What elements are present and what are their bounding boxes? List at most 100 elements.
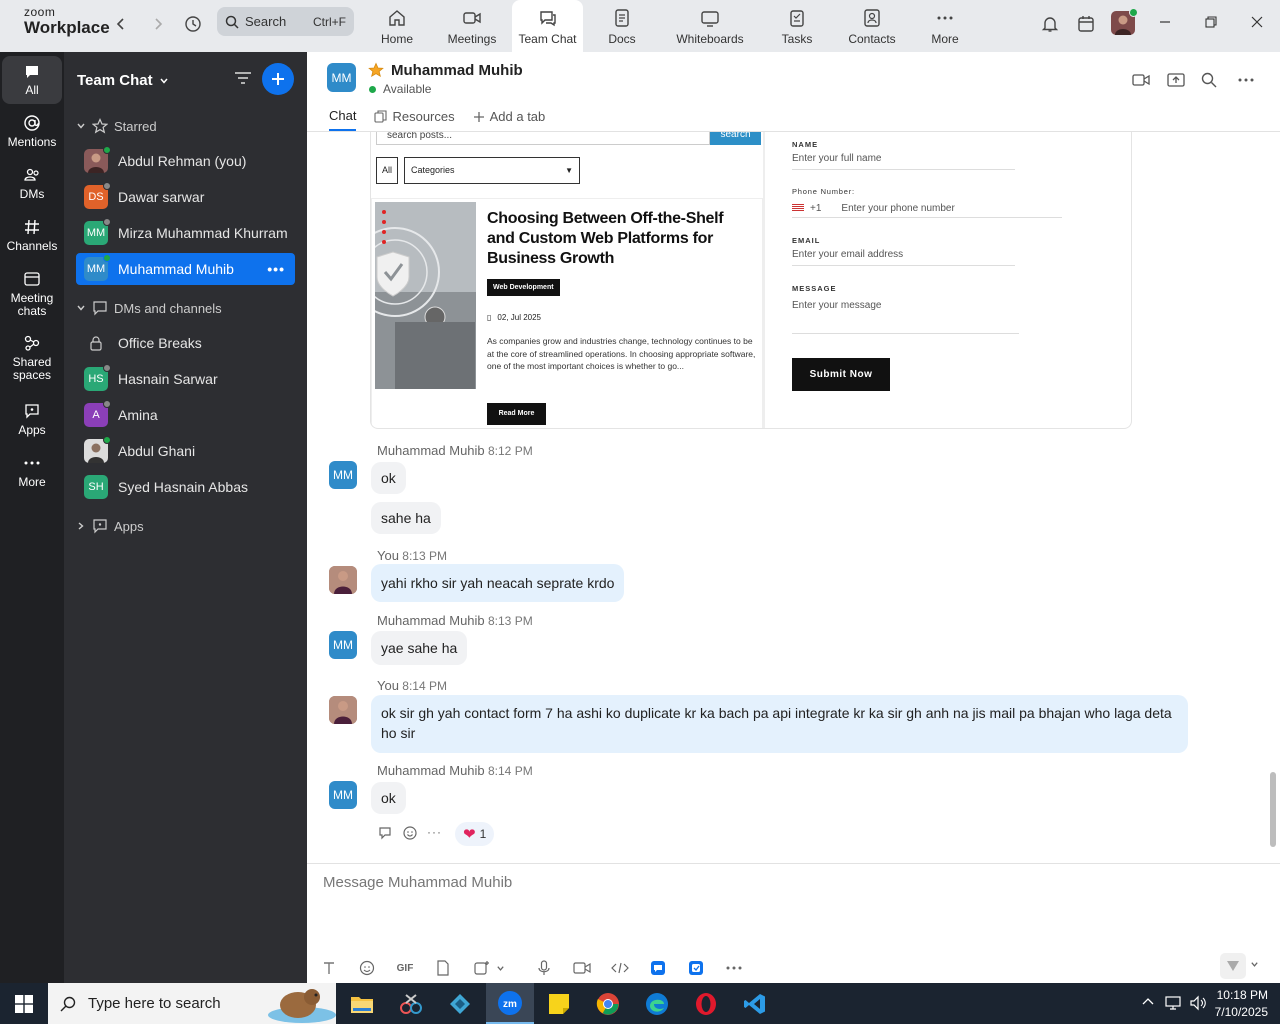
- edge-icon[interactable]: [633, 983, 681, 1024]
- tab-whiteboards[interactable]: Whiteboards: [672, 0, 748, 52]
- microphone-icon[interactable]: [533, 958, 555, 978]
- tab-docs[interactable]: Docs: [600, 0, 644, 52]
- forward-arrow-icon[interactable]: [146, 12, 170, 36]
- sender-avatar[interactable]: MM: [329, 631, 357, 659]
- sender-name[interactable]: Muhammad Muhib: [377, 443, 485, 458]
- tab-meetings[interactable]: Meetings: [443, 0, 501, 52]
- rail-more[interactable]: More: [2, 454, 62, 498]
- sender-avatar[interactable]: [329, 566, 357, 594]
- sender-name[interactable]: You: [377, 548, 399, 563]
- rail-dms[interactable]: DMs: [2, 166, 62, 210]
- message-list[interactable]: search posts... search All Categories ▼: [307, 132, 1280, 863]
- tab-resources[interactable]: Resources: [374, 108, 455, 131]
- file-explorer-icon[interactable]: [338, 983, 386, 1024]
- sticky-notes-icon[interactable]: [535, 983, 583, 1024]
- message-bubble[interactable]: yahi rkho sir yah neacah seprate krdo: [371, 564, 625, 602]
- app-shortcut-icon[interactable]: [647, 958, 669, 978]
- app-diamond-icon[interactable]: [436, 983, 484, 1024]
- more-tools-icon[interactable]: [723, 958, 745, 978]
- chrome-icon[interactable]: [584, 983, 632, 1024]
- tab-more[interactable]: More: [925, 0, 965, 52]
- new-chat-button[interactable]: [262, 63, 294, 95]
- rail-mentions[interactable]: Mentions: [2, 114, 62, 158]
- more-options-icon[interactable]: [1235, 70, 1257, 90]
- chevron-down-icon[interactable]: [494, 958, 506, 978]
- message-input[interactable]: Message Muhammad Muhib: [323, 874, 512, 891]
- attach-file-icon[interactable]: [432, 958, 454, 978]
- notifications-bell-icon[interactable]: [1038, 12, 1062, 36]
- item-more-icon[interactable]: •••: [267, 261, 285, 277]
- share-screen-icon[interactable]: [1165, 70, 1187, 90]
- network-icon[interactable]: [1165, 995, 1183, 1011]
- tab-team-chat[interactable]: Team Chat: [512, 0, 583, 52]
- history-icon[interactable]: [181, 12, 205, 36]
- sender-avatar[interactable]: MM: [329, 781, 357, 809]
- minimize-icon[interactable]: [1150, 10, 1180, 34]
- video-call-icon[interactable]: [1130, 70, 1152, 90]
- app-shortcut-icon-2[interactable]: [685, 958, 707, 978]
- tab-chat[interactable]: Chat: [329, 108, 357, 131]
- message-bubble[interactable]: yae sahe ha: [371, 631, 468, 665]
- search-icon[interactable]: [1198, 70, 1220, 90]
- tab-home[interactable]: Home: [370, 0, 424, 52]
- sidebar-item-mirza-muhammad-khurram[interactable]: MM Mirza Muhammad Khurram: [76, 217, 295, 249]
- sender-name[interactable]: You: [377, 678, 399, 693]
- gif-button[interactable]: GIF: [393, 958, 417, 978]
- sidebar-item-abdul-ghani[interactable]: Abdul Ghani: [76, 435, 295, 467]
- section-dms-channels[interactable]: DMs and channels: [76, 300, 222, 316]
- message-bubble[interactable]: ok sir gh yah contact form 7 ha ashi ko …: [371, 695, 1188, 753]
- message-composer[interactable]: Message Muhammad Muhib GIF: [307, 863, 1280, 983]
- back-arrow-icon[interactable]: [109, 12, 133, 36]
- tab-contacts[interactable]: Contacts: [845, 0, 899, 52]
- sidebar-item-muhammad-muhib[interactable]: MM Muhammad Muhib •••: [76, 253, 295, 285]
- restore-icon[interactable]: [1196, 10, 1226, 34]
- code-snippet-icon[interactable]: [609, 958, 631, 978]
- filter-icon[interactable]: [234, 70, 252, 86]
- vscode-icon[interactable]: [731, 983, 779, 1024]
- rail-apps[interactable]: Apps: [2, 402, 62, 446]
- taskbar-search-input[interactable]: Type here to search: [48, 983, 336, 1024]
- snipping-tool-icon[interactable]: [387, 983, 435, 1024]
- sidebar-title[interactable]: Team Chat: [77, 72, 169, 89]
- windows-start-icon[interactable]: [0, 983, 48, 1024]
- tab-add[interactable]: Add a tab: [473, 108, 545, 131]
- tab-tasks[interactable]: Tasks: [777, 0, 817, 52]
- message-bubble[interactable]: ok: [371, 462, 406, 494]
- rail-channels[interactable]: Channels: [2, 218, 62, 262]
- tray-chevron-up-icon[interactable]: [1141, 995, 1155, 1009]
- sidebar-item-amina[interactable]: A Amina: [76, 399, 295, 431]
- message-more-icon[interactable]: ···: [427, 825, 442, 839]
- emoji-icon[interactable]: [356, 958, 378, 978]
- rail-shared-spaces[interactable]: Shared spaces: [2, 334, 62, 390]
- sidebar-item-abdul-rehman[interactable]: Abdul Rehman (you): [76, 145, 295, 177]
- sidebar-item-hasnain-sarwar[interactable]: HS Hasnain Sarwar: [76, 363, 295, 395]
- sender-avatar[interactable]: [329, 696, 357, 724]
- sender-avatar[interactable]: MM: [329, 461, 357, 489]
- sidebar-item-dawar-sarwar[interactable]: DS Dawar sarwar: [76, 181, 295, 213]
- text-format-icon[interactable]: [318, 958, 340, 978]
- video-message-icon[interactable]: [571, 958, 593, 978]
- sidebar-item-syed-hasnain-abbas[interactable]: SH Syed Hasnain Abbas: [76, 471, 295, 503]
- sidebar-item-office-breaks[interactable]: Office Breaks: [76, 327, 295, 359]
- send-options-chevron-icon[interactable]: [1250, 960, 1259, 969]
- zoom-app-icon[interactable]: zm: [486, 983, 534, 1024]
- rail-all[interactable]: All: [2, 56, 62, 104]
- reply-icon[interactable]: [378, 825, 394, 841]
- reaction-heart[interactable]: ❤ 1: [455, 822, 495, 846]
- rail-meeting-chats[interactable]: Meeting chats: [2, 270, 62, 326]
- sender-name[interactable]: Muhammad Muhib: [377, 763, 485, 778]
- send-icon[interactable]: [1220, 953, 1246, 979]
- global-search-input[interactable]: Search Ctrl+F: [217, 7, 354, 36]
- star-filled-icon[interactable]: [368, 62, 384, 78]
- calendar-icon[interactable]: [1074, 12, 1098, 36]
- close-icon[interactable]: [1242, 10, 1272, 34]
- sender-name[interactable]: Muhammad Muhib: [377, 613, 485, 628]
- section-starred[interactable]: Starred: [76, 118, 157, 134]
- section-apps[interactable]: Apps: [76, 518, 144, 534]
- screenshot-icon[interactable]: [470, 958, 492, 978]
- message-bubble[interactable]: ok: [371, 782, 406, 814]
- chat-scrollbar[interactable]: [1270, 772, 1276, 847]
- contact-name[interactable]: Muhammad Muhib: [391, 62, 523, 79]
- volume-icon[interactable]: [1189, 995, 1207, 1011]
- system-clock[interactable]: 10:18 PM 7/10/2025: [1215, 987, 1268, 1021]
